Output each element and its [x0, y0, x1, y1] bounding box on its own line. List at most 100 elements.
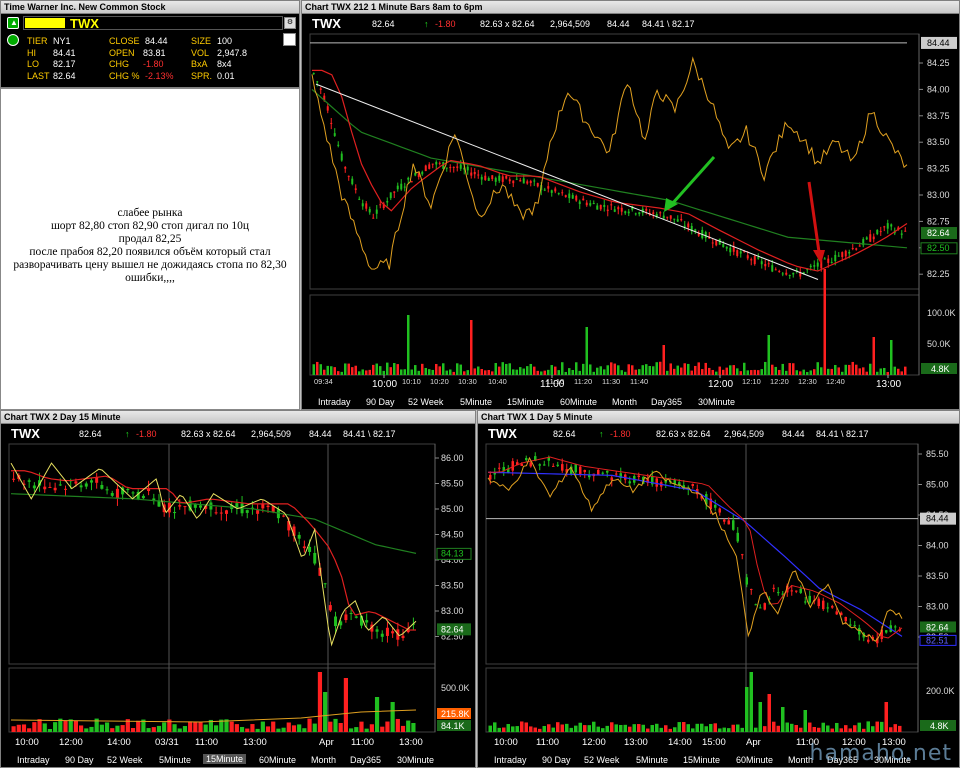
- candle-body: [224, 510, 228, 514]
- tab-intraday[interactable]: Intraday: [494, 755, 527, 765]
- volume-bar: [767, 335, 770, 375]
- tab-52-week[interactable]: 52 Week: [107, 755, 142, 765]
- quote-settings-icon[interactable]: ⚙: [284, 17, 296, 29]
- tab-intraday[interactable]: Intraday: [318, 397, 351, 407]
- volume-bar: [466, 370, 469, 375]
- candle-body: [349, 613, 353, 615]
- candle-body: [529, 462, 532, 467]
- tab-52-week[interactable]: 52 Week: [408, 397, 443, 407]
- close: 84.44: [782, 429, 805, 439]
- tab-60minute[interactable]: 60Minute: [736, 755, 773, 765]
- candle-body: [323, 583, 327, 585]
- tab-month[interactable]: Month: [612, 397, 637, 407]
- tab-5minute[interactable]: 5Minute: [636, 755, 668, 765]
- candle-body: [556, 464, 559, 466]
- tab-day365[interactable]: Day365: [651, 397, 682, 407]
- tab-60minute[interactable]: 60Minute: [560, 397, 597, 407]
- chart-1day-canvas[interactable]: 85.5085.0084.5084.0083.5083.0082.5084.44…: [478, 442, 959, 762]
- volume-bar: [515, 726, 519, 732]
- candle-body: [536, 183, 539, 187]
- volume-bar: [884, 702, 888, 732]
- volume-bar: [820, 367, 823, 375]
- volume-bar: [265, 726, 271, 732]
- candle-body: [431, 163, 434, 165]
- candle-body: [904, 230, 907, 232]
- note-line: продал 82,25: [118, 233, 182, 245]
- volume-bar: [382, 370, 385, 375]
- chart-1min-canvas[interactable]: 84.25 84.00 83.75 83.50 83.25 83.00 82.75 82.50…: [302, 32, 959, 404]
- volume-bar: [788, 363, 791, 375]
- volume-bar: [115, 725, 120, 732]
- tab-5minute[interactable]: 5Minute: [159, 755, 191, 765]
- candle-body: [489, 474, 492, 480]
- tab-15minute[interactable]: 15Minute: [203, 754, 247, 764]
- tab-30minute[interactable]: 30Minute: [397, 755, 434, 765]
- symbol-input[interactable]: TWX: [23, 16, 283, 31]
- tab-month[interactable]: Month: [311, 755, 336, 765]
- candle-body: [466, 166, 469, 171]
- chart-2day-canvas[interactable]: 86.0085.5085.0084.5084.0083.5083.0082.50…: [1, 442, 475, 762]
- tab-52-week[interactable]: 52 Week: [584, 755, 619, 765]
- tab-intraday[interactable]: Intraday: [17, 755, 50, 765]
- volume-bar: [561, 362, 564, 375]
- volume-bar: [389, 367, 392, 375]
- timeframe-tabs: Intraday 90 Day 52 Week 5Minute 15Minute 60Mi…: [302, 395, 959, 409]
- tab-60minute[interactable]: 60Minute: [259, 755, 296, 765]
- tab-15minute[interactable]: 15Minute: [683, 755, 720, 765]
- candle-body: [519, 179, 522, 182]
- price-label: 83.50: [926, 571, 949, 581]
- volume-bar: [374, 697, 380, 732]
- change: -1.80: [136, 429, 157, 439]
- chart-title: Chart TWX 2 Day 15 Minute: [1, 411, 475, 424]
- time-label: 10:40: [488, 377, 507, 386]
- volume-bar: [403, 369, 406, 375]
- candle-body: [851, 248, 854, 250]
- volume-bar: [772, 721, 776, 732]
- candle-body: [389, 192, 392, 199]
- time-label: 10:10: [402, 377, 421, 386]
- candle-body: [599, 204, 602, 210]
- quote-blank-box[interactable]: [283, 33, 296, 46]
- price-label: 84.00: [926, 541, 949, 551]
- volume-bar: [764, 361, 767, 375]
- time-label: 12:00: [582, 737, 606, 748]
- tab-90-day[interactable]: 90 Day: [542, 755, 571, 765]
- candle-body: [330, 122, 333, 125]
- tab-90-day[interactable]: 90 Day: [366, 397, 395, 407]
- candle-body: [543, 464, 546, 466]
- tab-5minute[interactable]: 5Minute: [460, 397, 492, 407]
- volume-bar: [694, 365, 697, 375]
- volume-bar: [390, 702, 395, 732]
- time-label: 14:00: [668, 737, 692, 748]
- price-pane: [485, 443, 919, 665]
- tab-90-day[interactable]: 90 Day: [65, 755, 94, 765]
- volume-bar: [511, 726, 515, 732]
- volume-bar: [659, 727, 663, 732]
- tab-30minute[interactable]: 30Minute: [698, 397, 735, 407]
- candle-body: [729, 247, 732, 253]
- volume-bar: [491, 371, 494, 375]
- volume-bar: [333, 718, 338, 732]
- tab-15minute[interactable]: 15Minute: [507, 397, 544, 407]
- time-label: 13:00: [876, 379, 901, 390]
- volume-bar: [358, 371, 361, 375]
- volume-bar: [365, 370, 368, 375]
- ma-slow-line: [10, 493, 417, 554]
- candle-body: [774, 269, 777, 271]
- volume-bar: [668, 728, 672, 732]
- tab-day365[interactable]: Day365: [350, 755, 381, 765]
- volume-bar: [886, 371, 889, 375]
- volume-bar: [711, 369, 714, 375]
- volume-bar: [354, 365, 357, 375]
- price-label: 84.25: [927, 58, 950, 68]
- candle-body: [615, 473, 618, 475]
- chart-header: TWX 82.64 ↑ -1.80 82.63 x 82.64 2,964,50…: [302, 14, 959, 32]
- volume-label: 200.0K: [926, 686, 955, 696]
- volume-bar: [340, 371, 343, 375]
- candle-body: [261, 504, 265, 509]
- hi-lo: 84.41 \ 82.17: [816, 429, 869, 439]
- volume-tag-text: 4.8K: [931, 364, 950, 374]
- volume-bar: [386, 362, 389, 375]
- candle-body: [745, 577, 748, 585]
- refresh-icon[interactable]: [7, 34, 19, 46]
